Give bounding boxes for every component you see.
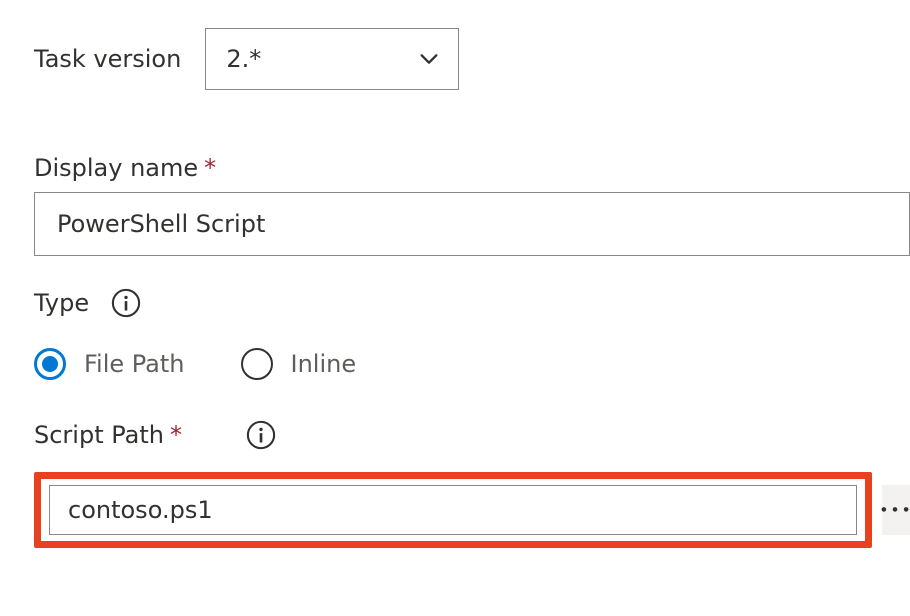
radio-option-file-path[interactable]: File Path bbox=[34, 348, 185, 380]
type-label-row: Type bbox=[34, 288, 910, 318]
task-version-label: Task version bbox=[34, 45, 181, 73]
display-name-label: Display name bbox=[34, 154, 198, 182]
task-version-select[interactable]: 2.* bbox=[205, 28, 459, 90]
display-name-input[interactable] bbox=[34, 192, 910, 256]
radio-selected-icon bbox=[34, 348, 66, 380]
radio-unselected-icon bbox=[241, 348, 273, 380]
script-path-input[interactable] bbox=[49, 485, 857, 535]
info-icon[interactable] bbox=[111, 288, 141, 318]
task-version-value: 2.* bbox=[226, 45, 261, 73]
type-label: Type bbox=[34, 289, 89, 317]
required-indicator: * bbox=[170, 421, 182, 449]
ellipsis-icon: ● ● ● bbox=[881, 507, 910, 513]
radio-option-inline[interactable]: Inline bbox=[241, 348, 357, 380]
chevron-down-icon bbox=[418, 48, 440, 70]
display-name-section: Display name * bbox=[34, 154, 910, 256]
browse-button[interactable]: ● ● ● bbox=[882, 485, 910, 535]
script-path-label: Script Path bbox=[34, 421, 164, 449]
required-indicator: * bbox=[204, 154, 216, 182]
radio-label-file-path: File Path bbox=[84, 350, 185, 378]
script-path-label-row: Script Path * bbox=[34, 420, 910, 450]
info-icon[interactable] bbox=[246, 420, 276, 450]
type-section: Type File Path Inline bbox=[34, 288, 910, 380]
script-path-section: Script Path * ● ● ● bbox=[34, 420, 910, 548]
type-radio-group: File Path Inline bbox=[34, 348, 910, 380]
highlight-box bbox=[34, 472, 872, 548]
radio-label-inline: Inline bbox=[291, 350, 357, 378]
script-path-input-row: ● ● ● bbox=[34, 472, 910, 548]
task-version-row: Task version 2.* bbox=[34, 28, 910, 90]
display-name-label-row: Display name * bbox=[34, 154, 910, 182]
